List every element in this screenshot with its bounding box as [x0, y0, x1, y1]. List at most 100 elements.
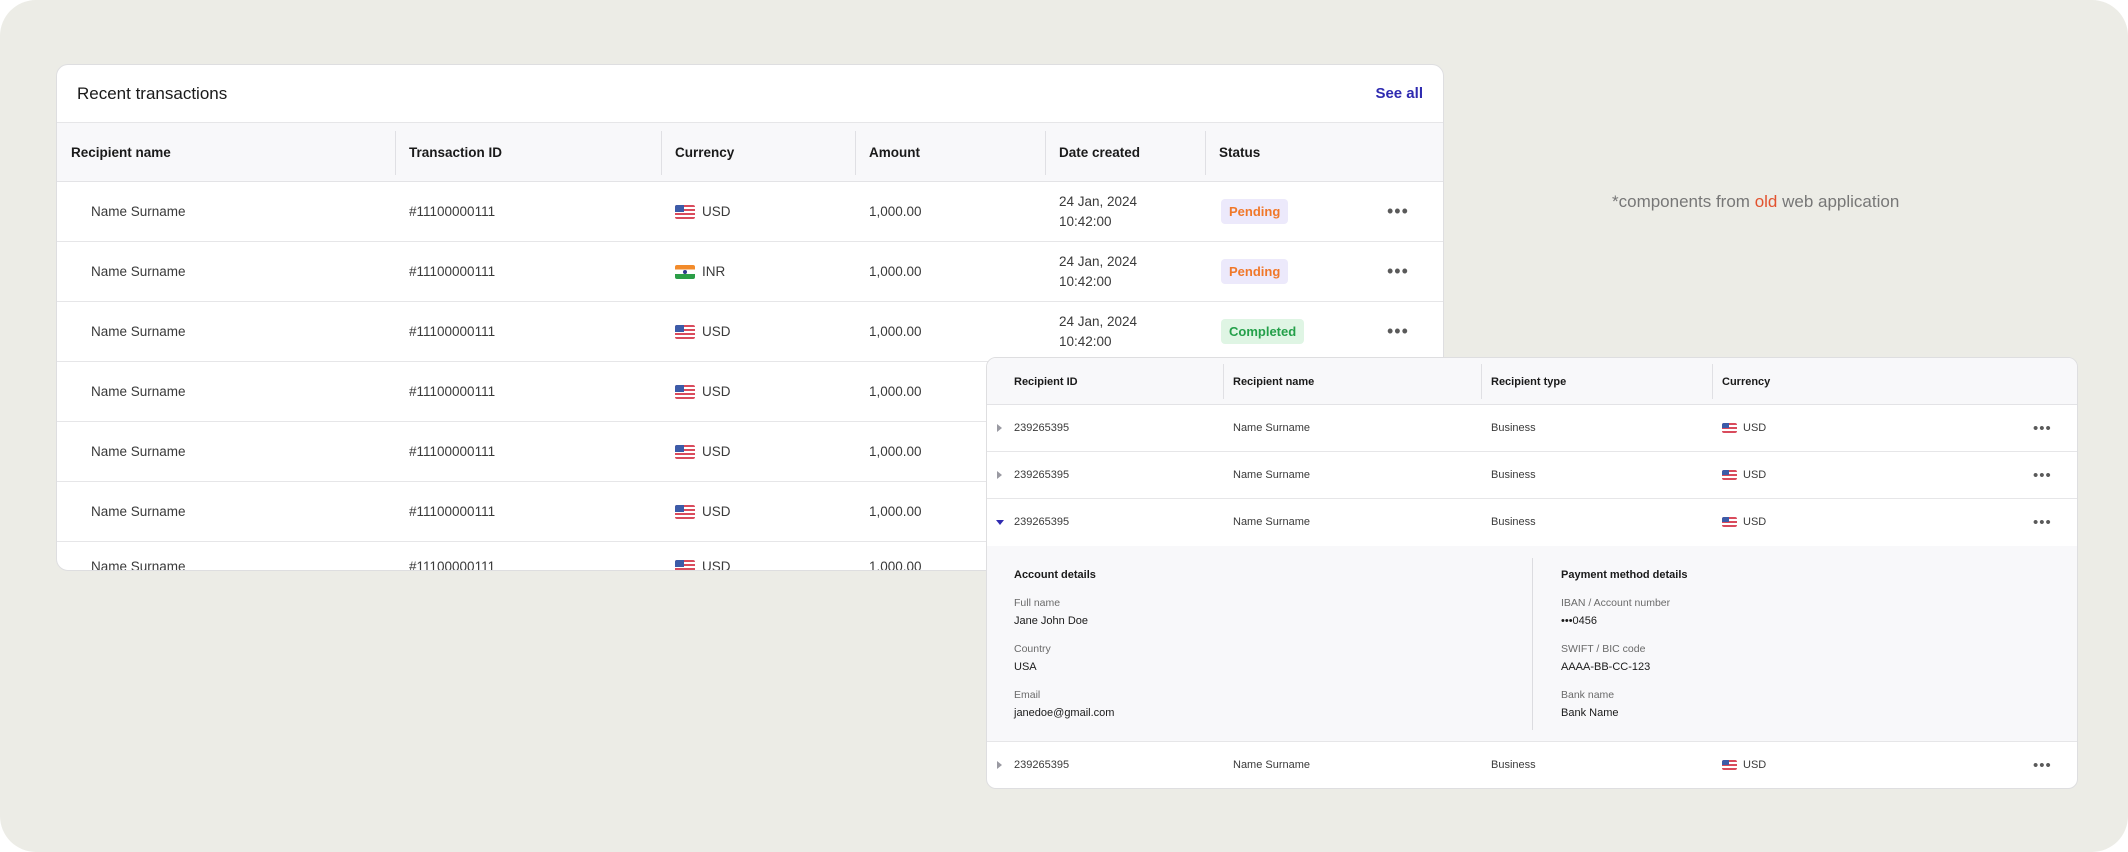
- recipient-name: Name Surname: [91, 324, 186, 339]
- expand-toggle[interactable]: [997, 742, 1002, 788]
- currency-code: INR: [702, 264, 726, 279]
- transaction-id: #11100000111: [409, 264, 496, 279]
- column-header-status[interactable]: Status: [1205, 123, 1260, 182]
- recipient-type: Business: [1491, 469, 1536, 481]
- table-row[interactable]: Name Surname #11100000111 USD 1,000.00 2…: [57, 182, 1443, 242]
- account-details-title: Account details: [1014, 569, 1096, 581]
- country-label: Country: [1014, 643, 1051, 655]
- more-icon[interactable]: •••: [2033, 467, 2052, 484]
- date-created: 24 Jan, 2024 10:42:00: [1059, 302, 1137, 361]
- column-header-currency[interactable]: Currency: [1722, 358, 1770, 405]
- transaction-id: #11100000111: [409, 444, 496, 459]
- caret-right-icon[interactable]: [997, 761, 1002, 769]
- row-actions[interactable]: •••: [1387, 242, 1409, 301]
- recipient-id: 239265395: [1014, 469, 1070, 481]
- more-icon[interactable]: •••: [1387, 201, 1409, 222]
- currency-cell: USD: [1722, 405, 1766, 451]
- more-icon[interactable]: •••: [1387, 261, 1409, 282]
- status-badge: Pending: [1221, 259, 1289, 284]
- status-cell: Pending: [1221, 242, 1289, 301]
- currency-code: USD: [1743, 759, 1767, 771]
- recipient-name: Name Surname: [91, 384, 186, 399]
- recipients-card: Recipient ID Recipient name Recipient ty…: [986, 357, 2078, 789]
- time: 10:42:00: [1059, 333, 1112, 349]
- transaction-id: #11100000111: [409, 384, 496, 399]
- note-prefix: *components from: [1612, 192, 1755, 211]
- column-separator: [1223, 364, 1224, 399]
- column-header-currency[interactable]: Currency: [661, 123, 734, 182]
- currency-code: USD: [702, 384, 731, 399]
- full-name-label: Full name: [1014, 597, 1061, 609]
- status-cell: Completed: [1221, 302, 1305, 361]
- us-flag-icon: [675, 559, 695, 570]
- caret-right-icon[interactable]: [997, 471, 1002, 479]
- recipient-name: Name Surname: [1233, 469, 1311, 481]
- column-header-recipient-name[interactable]: Recipient name: [57, 123, 171, 182]
- canvas: Recent transactions See all Recipient na…: [0, 0, 2128, 852]
- transaction-id: #11100000111: [409, 504, 496, 519]
- column-header-transaction-id[interactable]: Transaction ID: [395, 123, 502, 182]
- see-all-link[interactable]: See all: [1375, 85, 1423, 102]
- more-icon[interactable]: •••: [2033, 757, 2052, 774]
- date-created: 24 Jan, 2024 10:42:00: [1059, 242, 1137, 301]
- currency-code: USD: [702, 204, 731, 219]
- card-title: Recent transactions: [77, 83, 228, 103]
- full-name-value: Jane John Doe: [1014, 615, 1088, 627]
- column-header-amount[interactable]: Amount: [855, 123, 920, 182]
- column-header-date-created[interactable]: Date created: [1045, 123, 1140, 182]
- row-actions[interactable]: •••: [1387, 302, 1409, 361]
- expand-toggle[interactable]: [997, 405, 1002, 451]
- status-cell: Pending: [1221, 182, 1289, 241]
- time: 10:42:00: [1059, 213, 1112, 229]
- bank-name-label: Bank name: [1561, 689, 1615, 701]
- amount: 1,000.00: [869, 264, 922, 279]
- row-actions[interactable]: •••: [2033, 499, 2052, 545]
- recipient-row[interactable]: 239265395 Name Surname Business USD •••: [987, 742, 2077, 788]
- recipient-type: Business: [1491, 516, 1536, 528]
- expand-toggle[interactable]: [996, 499, 1004, 545]
- iban-label: IBAN / Account number: [1561, 597, 1671, 609]
- currency-code: USD: [1743, 422, 1767, 434]
- row-actions[interactable]: •••: [2033, 452, 2052, 498]
- column-header-recipient-name[interactable]: Recipient name: [1233, 358, 1314, 405]
- more-icon[interactable]: •••: [2033, 514, 2052, 531]
- card-header: Recent transactions See all: [57, 65, 1443, 123]
- row-actions[interactable]: •••: [2033, 742, 2052, 788]
- date: 24 Jan, 2024: [1059, 313, 1138, 329]
- us-flag-icon: [1722, 423, 1737, 433]
- recipient-row[interactable]: 239265395 Name Surname Business USD •••: [987, 452, 2077, 499]
- date: 24 Jan, 2024: [1059, 193, 1138, 209]
- us-flag-icon: [1722, 760, 1737, 770]
- us-flag-icon: [675, 324, 695, 339]
- more-icon[interactable]: •••: [2033, 420, 2052, 437]
- amount: 1,000.00: [869, 444, 922, 459]
- column-header-recipient-id[interactable]: Recipient ID: [1014, 358, 1078, 405]
- iban-value: •••0456: [1561, 615, 1598, 627]
- table-row[interactable]: Name Surname #11100000111 INR 1,000.00 2…: [57, 242, 1443, 302]
- currency-cell: USD: [1722, 452, 1766, 498]
- recipient-name: Name Surname: [91, 264, 186, 279]
- date-created: 24 Jan, 2024 10:42:00: [1059, 182, 1137, 241]
- recipient-row[interactable]: 239265395 Name Surname Business USD •••: [987, 405, 2077, 452]
- currency-code: USD: [702, 504, 731, 519]
- components-note: *components from old web application: [1612, 192, 1899, 212]
- us-flag-icon: [1722, 517, 1737, 527]
- caret-right-icon[interactable]: [997, 424, 1002, 432]
- row-actions[interactable]: •••: [2033, 405, 2052, 451]
- us-flag-icon: [1722, 470, 1737, 480]
- recipient-id: 239265395: [1014, 422, 1070, 434]
- caret-down-icon[interactable]: [996, 519, 1004, 525]
- status-badge: Completed: [1221, 319, 1305, 344]
- more-icon[interactable]: •••: [1387, 321, 1409, 342]
- row-actions[interactable]: •••: [1387, 182, 1409, 241]
- table-row[interactable]: Name Surname #11100000111 USD 1,000.00 2…: [57, 302, 1443, 362]
- currency-code: USD: [702, 444, 731, 459]
- transaction-id: #11100000111: [409, 559, 496, 571]
- recipient-type: Business: [1491, 422, 1536, 434]
- amount: 1,000.00: [869, 204, 922, 219]
- note-highlight: old: [1754, 192, 1778, 211]
- recipient-row-expanded[interactable]: 239265395 Name Surname Business USD •••: [987, 499, 2077, 546]
- column-header-recipient-type[interactable]: Recipient type: [1491, 358, 1566, 405]
- table-header: Recipient name Transaction ID Currency A…: [57, 123, 1443, 182]
- expand-toggle[interactable]: [997, 452, 1002, 498]
